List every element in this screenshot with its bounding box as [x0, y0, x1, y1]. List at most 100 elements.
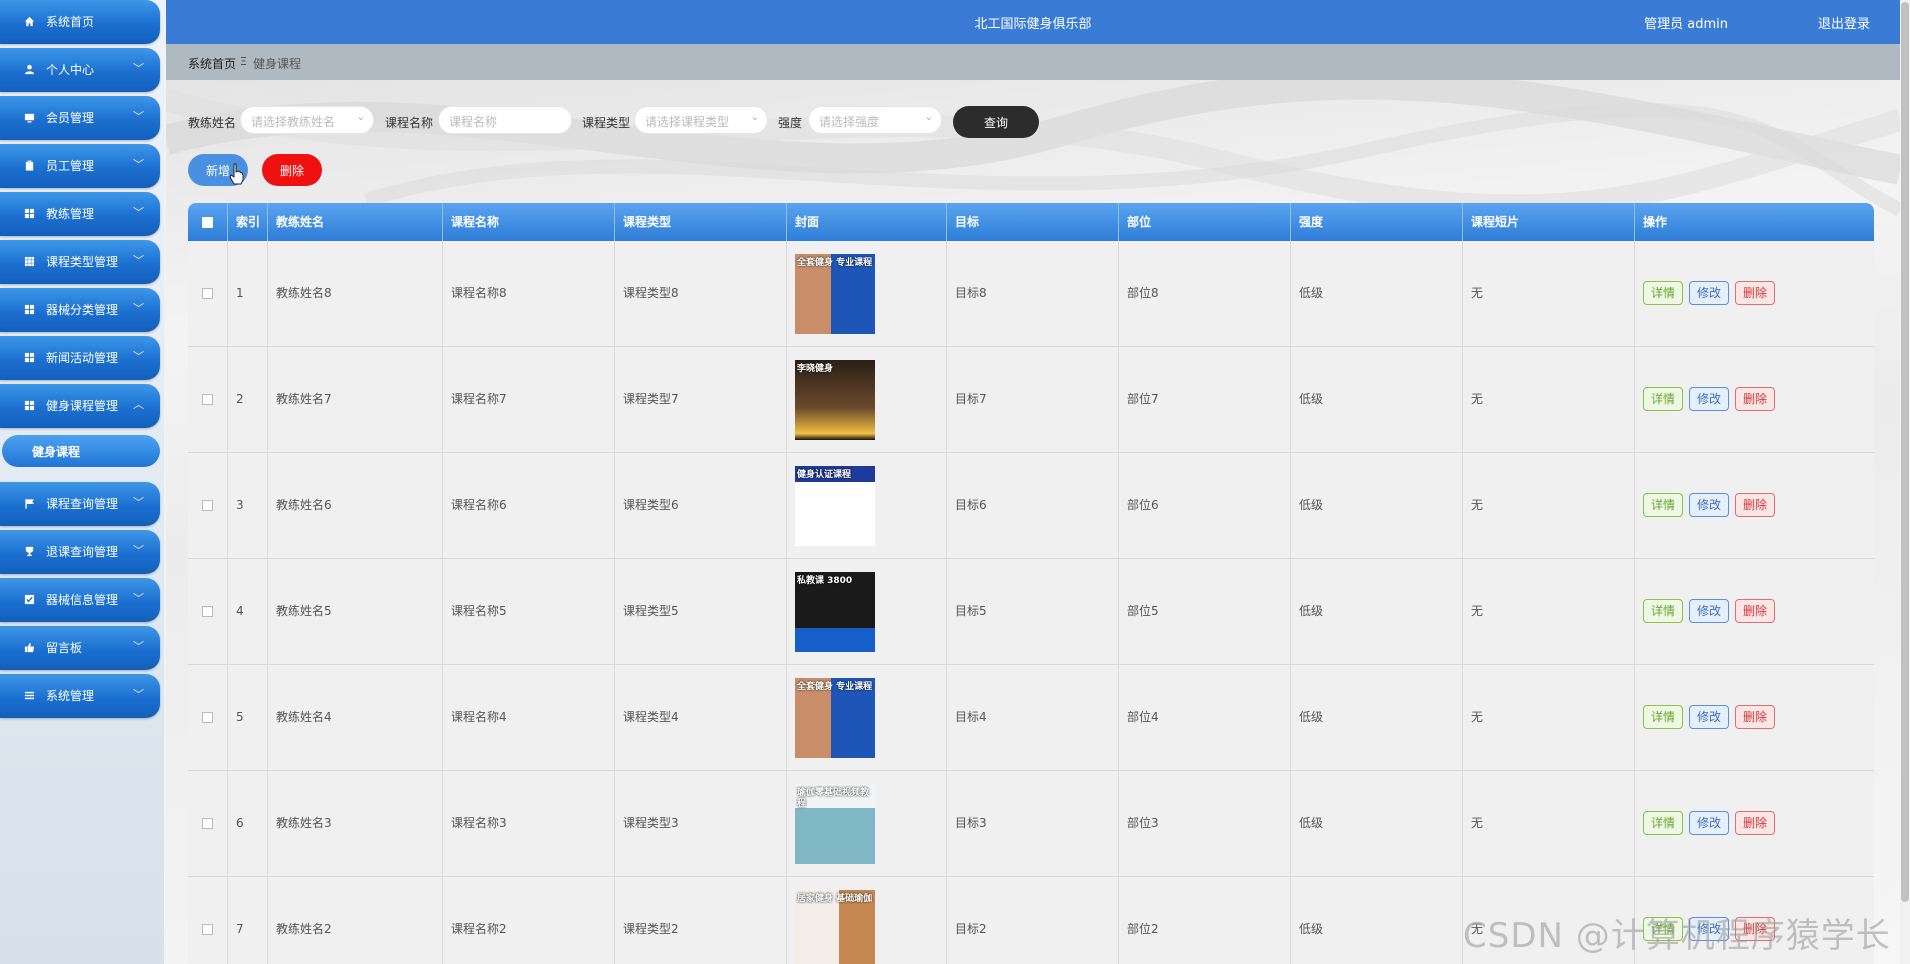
app-title: 北工国际健身俱乐部	[974, 17, 1092, 32]
col-course: 课程名称	[443, 203, 615, 241]
row-checkbox[interactable]	[202, 712, 213, 723]
edit-button[interactable]: 修改	[1689, 493, 1729, 517]
col-coach: 教练姓名	[268, 203, 443, 241]
sidebar-item-1[interactable]: 系统首页	[0, 0, 160, 44]
delete-button[interactable]: 删除	[1735, 811, 1775, 835]
thumbs-up-icon	[24, 642, 35, 653]
cell-part: 部位5	[1119, 559, 1291, 664]
cell-type: 课程类型5	[615, 559, 787, 664]
sidebar-item-3[interactable]: 会员管理 ﹀	[0, 96, 160, 140]
cell-index: 3	[228, 453, 268, 558]
cell-coach: 教练姓名7	[268, 347, 443, 452]
batch-delete-button[interactable]: 删除	[262, 154, 322, 186]
row-checkbox[interactable]	[202, 606, 213, 617]
row-checkbox[interactable]	[202, 288, 213, 299]
scrollbar-thumb[interactable]	[1901, 2, 1909, 902]
cell-type: 课程类型7	[615, 347, 787, 452]
chevron-down-icon: ﹀	[133, 592, 144, 605]
course-type-label: 课程类型	[582, 116, 631, 130]
cell-course: 课程名称5	[443, 559, 615, 664]
sidebar-item-5[interactable]: 教练管理 ﹀	[0, 192, 160, 236]
cell-video: 无	[1463, 347, 1635, 452]
sidebar-item-label: 器械分类管理	[46, 303, 119, 317]
page-scrollbar[interactable]	[1900, 0, 1910, 964]
detail-button[interactable]: 详情	[1643, 599, 1683, 623]
detail-button[interactable]: 详情	[1643, 705, 1683, 729]
logout-link[interactable]: 退出登录	[1818, 13, 1870, 32]
cell-cover: 全套健身 专业课程	[787, 665, 947, 770]
cell-type: 课程类型3	[615, 771, 787, 876]
cover-caption: 全套健身 专业课程	[797, 682, 873, 692]
course-type-select[interactable]: 请选择课程类型 ⌄	[634, 106, 768, 134]
sidebar-item-label: 退课查询管理	[46, 545, 119, 559]
cell-actions: 详情 修改 删除	[1635, 665, 1874, 770]
table-row: 2 教练姓名7 课程名称7 课程类型7 李晓健身 目标7 部位7 低级无详情 修改 删除	[188, 347, 1874, 453]
cell-index: 7	[228, 877, 268, 964]
cell-part: 部位3	[1119, 771, 1291, 876]
detail-button[interactable]: 详情	[1643, 493, 1683, 517]
table-row: 6 教练姓名3 课程名称3 课程类型3 瑜伽零基础视频教程 目标3 部位3 低级无详情 修改 删除	[188, 771, 1874, 877]
sidebar-item-12[interactable]: 器械信息管理 ﹀	[0, 578, 160, 622]
delete-button[interactable]: 删除	[1735, 493, 1775, 517]
sidebar-item-label: 器械信息管理	[46, 593, 119, 607]
delete-button[interactable]: 删除	[1735, 387, 1775, 411]
select-all-checkbox[interactable]	[202, 217, 213, 228]
cell-course: 课程名称3	[443, 771, 615, 876]
sidebar-item-7[interactable]: 器械分类管理 ﹀	[0, 288, 160, 332]
edit-button[interactable]: 修改	[1689, 705, 1729, 729]
coach-select[interactable]: 请选择教练姓名 ⌄	[240, 106, 374, 134]
table-row: 3 教练姓名6 课程名称6 课程类型6 健身认证课程 目标6 部位6 低级无详情 修改 删除	[188, 453, 1874, 559]
cell-course: 课程名称8	[443, 241, 615, 346]
cell-target: 目标8	[947, 241, 1119, 346]
sidebar-item-6[interactable]: 课程类型管理 ﹀	[0, 240, 160, 284]
cell-type: 课程类型6	[615, 453, 787, 558]
sidebar-item-9[interactable]: 健身课程管理 ︿	[0, 384, 160, 428]
sidebar-item-10[interactable]: 课程查询管理 ﹀	[0, 482, 160, 526]
chevron-down-icon: ﹀	[133, 302, 144, 315]
cover-image: 李晓健身	[795, 360, 875, 440]
sidebar-item-label: 留言板	[46, 641, 83, 655]
cell-target: 目标7	[947, 347, 1119, 452]
edit-button[interactable]: 修改	[1689, 387, 1729, 411]
course-name-input[interactable]: 课程名称	[438, 106, 572, 134]
detail-button[interactable]: 详情	[1643, 281, 1683, 305]
cell-index: 2	[228, 347, 268, 452]
chevron-down-icon: ﹀	[133, 496, 144, 509]
detail-button[interactable]: 详情	[1643, 387, 1683, 411]
delete-button[interactable]: 删除	[1735, 705, 1775, 729]
delete-button[interactable]: 删除	[1735, 599, 1775, 623]
row-checkbox[interactable]	[202, 818, 213, 829]
breadcrumb-home[interactable]: 系统首页	[188, 55, 236, 72]
col-type: 课程类型	[615, 203, 787, 241]
table-header: 索引 教练姓名 课程名称 课程类型 封面 目标 部位 强度 课程短片 操作	[188, 203, 1874, 241]
sidebar-item-2[interactable]: 个人中心 ﹀	[0, 48, 160, 92]
edit-button[interactable]: 修改	[1689, 599, 1729, 623]
sidebar-item-13[interactable]: 留言板 ﹀	[0, 626, 160, 670]
sidebar-item-label: 课程类型管理	[46, 255, 119, 269]
cell-coach: 教练姓名6	[268, 453, 443, 558]
col-index: 索引	[228, 203, 268, 241]
edit-button[interactable]: 修改	[1689, 811, 1729, 835]
sidebar-subitem-active[interactable]: 健身课程	[2, 435, 160, 467]
cell-actions: 详情 修改 删除	[1635, 771, 1874, 876]
sidebar-item-8[interactable]: 新闻活动管理 ﹀	[0, 336, 160, 380]
cell-intensity: 低级	[1291, 241, 1463, 346]
row-checkbox[interactable]	[202, 500, 213, 511]
cell-cover: 李晓健身	[787, 347, 947, 452]
detail-button[interactable]: 详情	[1643, 811, 1683, 835]
sidebar: 系统首页 个人中心 ﹀ 会员管理 ﹀ 员工管理 ﹀ 教练管理 ﹀ 课程类型管理 ﹀ 器械分类管理 ﹀ 新闻…	[0, 0, 164, 964]
sidebar-item-4[interactable]: 员工管理 ﹀	[0, 144, 160, 188]
intensity-select[interactable]: 请选择强度 ⌄	[808, 106, 942, 134]
course-type-placeholder: 请选择课程类型	[645, 115, 730, 129]
table-row: 4 教练姓名5 课程名称5 课程类型5 私教课 3800 目标5 部位5 低级无详情 修改 删除	[188, 559, 1874, 665]
edit-button[interactable]: 修改	[1689, 281, 1729, 305]
sidebar-item-14[interactable]: 系统管理 ﹀	[0, 674, 160, 718]
delete-button[interactable]: 删除	[1735, 281, 1775, 305]
row-checkbox-cell	[188, 347, 228, 452]
row-checkbox[interactable]	[202, 924, 213, 935]
query-button[interactable]: 查询	[953, 106, 1039, 138]
top-header: 北工国际健身俱乐部 管理员 admin 退出登录	[166, 0, 1900, 44]
grid-icon	[24, 304, 35, 315]
sidebar-item-11[interactable]: 退课查询管理 ﹀	[0, 530, 160, 574]
row-checkbox[interactable]	[202, 394, 213, 405]
